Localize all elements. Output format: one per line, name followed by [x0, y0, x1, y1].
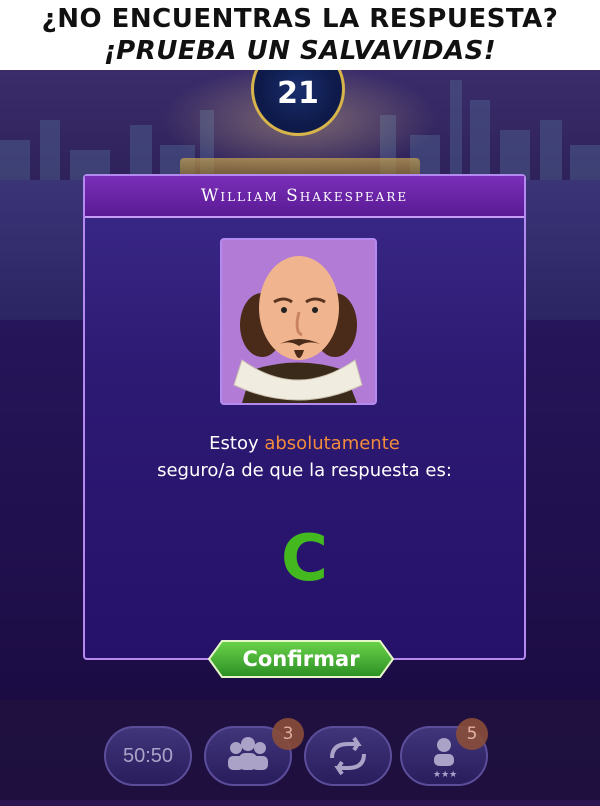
message-prefix: Estoy: [209, 433, 265, 454]
friend-message: Estoy absolutamente seguro/a de que la r…: [85, 430, 524, 484]
switch-question-lifeline[interactable]: [304, 726, 392, 786]
question-number-medallion: 21: [248, 42, 348, 136]
dialog-title: William Shakespeare: [85, 176, 524, 218]
swap-icon: [330, 736, 366, 776]
audience-count-badge: 3: [272, 718, 304, 750]
fifty-fifty-lifeline[interactable]: 50:50: [104, 726, 192, 786]
message-suffix: seguro/a de que la respuesta es:: [157, 460, 452, 481]
friend-answer-dialog: William Shakespeare Estoy absolutamente …: [83, 174, 526, 660]
confirm-label: Confirmar: [242, 647, 360, 671]
fifty-fifty-label: 50:50: [122, 745, 174, 767]
confirm-button[interactable]: Confirmar: [208, 640, 394, 678]
shakespeare-portrait: [220, 238, 377, 405]
svg-text:★★★: ★★★: [433, 770, 457, 780]
message-emphasis: absolutamente: [264, 433, 400, 454]
banner-line-1: ¿NO ENCUENTRAS LA RESPUESTA?: [41, 4, 559, 34]
banner-line-2: ¡PRUEBA UN SALVAVIDAS!: [103, 36, 497, 66]
portrait-illustration: [222, 240, 375, 403]
suggested-answer: C: [281, 522, 328, 596]
promo-banner: ¿NO ENCUENTRAS LA RESPUESTA? ¡PRUEBA UN …: [0, 0, 600, 70]
friend-count-badge: 5: [456, 718, 488, 750]
question-number: 21: [277, 76, 319, 111]
